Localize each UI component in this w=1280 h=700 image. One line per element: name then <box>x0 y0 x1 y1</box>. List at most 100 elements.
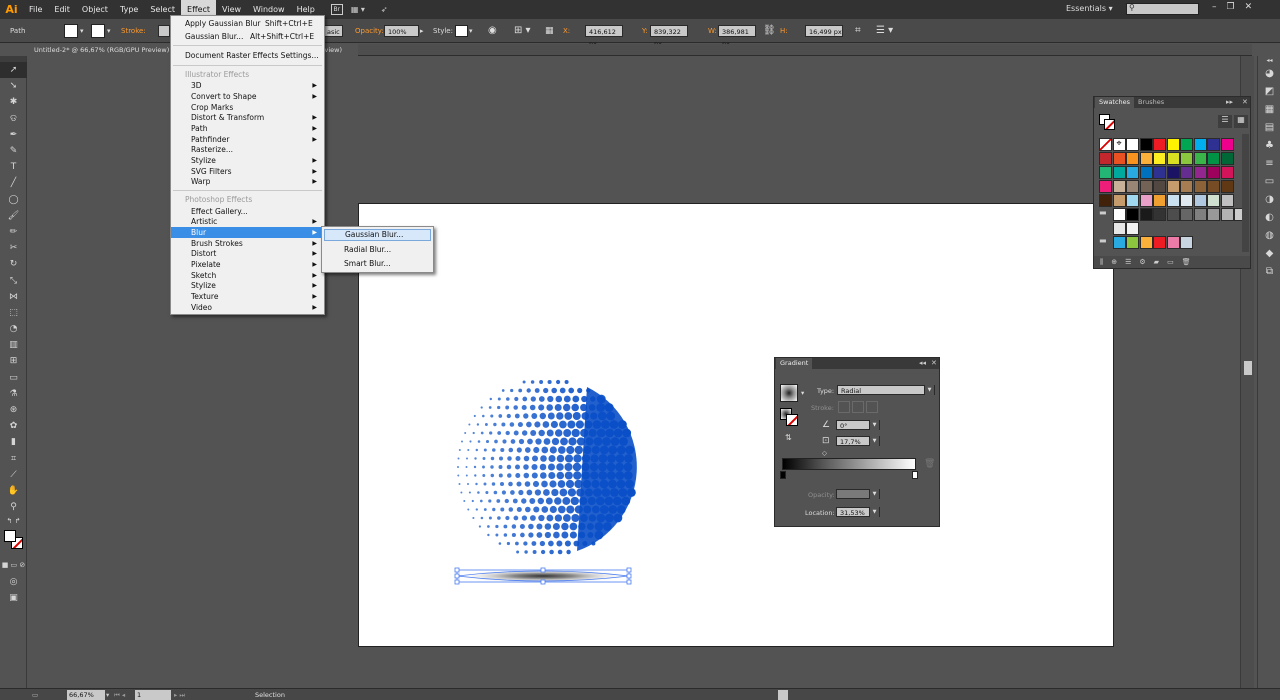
color-swatch[interactable] <box>1166 194 1180 207</box>
workspace-switcher[interactable]: Essentials ▾ <box>1066 4 1113 13</box>
vertical-scroll-thumb[interactable] <box>1244 361 1252 375</box>
gradient-stop-black[interactable] <box>780 471 786 479</box>
stroke-color-swatch[interactable] <box>91 24 105 38</box>
tab-gradient[interactable]: Gradient <box>776 358 813 369</box>
direct-selection-tool-icon[interactable]: ➘ <box>0 78 27 94</box>
menu-object[interactable]: Object <box>76 0 114 19</box>
ellipse-tool-icon[interactable]: ◯ <box>0 192 27 208</box>
height-label[interactable]: H: <box>780 24 788 38</box>
menu-type[interactable]: Type <box>114 0 144 19</box>
reference-point-icon[interactable]: ▦ <box>545 24 554 38</box>
color-swatch[interactable] <box>1126 208 1139 221</box>
gradient-type-select[interactable]: Radial ▼ <box>837 385 935 395</box>
color-swatch[interactable] <box>1153 180 1166 193</box>
radial-blur-item[interactable]: Radial Blur... <box>324 244 431 256</box>
current-tool-status[interactable]: Selection <box>255 689 285 700</box>
arrange-documents-icon[interactable]: ▦ ▾ <box>351 4 373 16</box>
color-swatch[interactable] <box>1166 138 1180 151</box>
artboard-number-field[interactable]: 1 <box>135 690 171 700</box>
menu-item-warp[interactable]: Warp ▶ <box>171 176 324 187</box>
gradient-collapse-icon[interactable]: ◂◂ <box>919 358 926 369</box>
color-guide-icon[interactable]: ◩ <box>1258 82 1280 100</box>
color-swatch[interactable] <box>1112 236 1126 249</box>
menu-edit[interactable]: Edit <box>48 0 76 19</box>
gradient-stop-white[interactable] <box>912 471 918 479</box>
color-swatch[interactable] <box>1126 194 1139 207</box>
appearance-panel-icon[interactable]: ◐ <box>1258 208 1280 226</box>
color-swatch[interactable] <box>1126 138 1139 151</box>
color-swatch[interactable] <box>1207 138 1220 151</box>
midpoint-diamond-icon[interactable]: ◇ <box>822 449 827 457</box>
color-swatch[interactable] <box>1112 208 1126 221</box>
menu-item-pixelate[interactable]: Pixelate ▶ <box>171 259 324 270</box>
curvature-tool-icon[interactable]: ✎ <box>0 143 27 159</box>
color-swatch[interactable] <box>1112 194 1126 207</box>
color-swatch[interactable] <box>1220 208 1234 221</box>
aspect-ratio-field[interactable]: 17,7% ▼ <box>836 436 880 446</box>
symbols-panel-icon[interactable]: ♣ <box>1258 136 1280 154</box>
pencil-tool-icon[interactable]: ✏ <box>0 224 27 240</box>
handle-middle-right[interactable] <box>626 573 632 579</box>
hand-tool-icon[interactable]: ✋ <box>0 483 27 499</box>
menu-item-blur[interactable]: Blur ▶ <box>171 227 324 238</box>
color-group-folder-icon[interactable]: ▬ <box>1099 236 1112 249</box>
status-bar-grip-icon[interactable]: ▭ <box>32 689 38 700</box>
location-dropdown-icon[interactable]: ▼ <box>869 507 879 517</box>
fill-color-swatch[interactable] <box>64 24 78 38</box>
gaussian-blur-item[interactable]: Gaussian Blur... <box>324 229 431 241</box>
color-swatch[interactable] <box>1139 180 1153 193</box>
selection-tool-icon[interactable]: ➚ <box>0 62 27 79</box>
gradient-tool-icon[interactable]: ▭ <box>0 370 27 386</box>
color-swatch[interactable] <box>1153 138 1166 151</box>
color-swatch[interactable] <box>1180 194 1193 207</box>
color-swatch[interactable] <box>1166 208 1180 221</box>
reverse-gradient-icon[interactable]: ⇅ <box>785 433 792 442</box>
fill-swatch[interactable] <box>4 530 16 543</box>
artboard[interactable] <box>358 203 1114 647</box>
color-swatch[interactable] <box>1207 208 1220 221</box>
fill-stroke-selector[interactable] <box>0 527 27 557</box>
color-swatch[interactable] <box>1166 166 1180 179</box>
location-field[interactable]: 31,53% ▼ <box>836 507 880 517</box>
aspect-dropdown-icon[interactable]: ▼ <box>869 436 879 446</box>
handle-middle-left[interactable] <box>454 573 460 579</box>
y-label[interactable]: Y: <box>642 24 648 38</box>
handle-top-right[interactable] <box>626 567 632 573</box>
smart-blur-item[interactable]: Smart Blur... <box>324 258 431 270</box>
show-kinds-icon[interactable]: ☰ <box>1125 258 1131 266</box>
height-field[interactable]: 16,499 px <box>805 25 843 37</box>
handle-bottom-right[interactable] <box>626 579 632 585</box>
menu-item-distort-transform[interactable]: Distort & Transform ▶ <box>171 112 324 123</box>
color-swatch[interactable] <box>1153 194 1166 207</box>
constrain-proportions-icon[interactable]: ⛓ <box>763 24 776 38</box>
width-label[interactable]: W: <box>708 24 717 38</box>
gradient-preview-swatch[interactable] <box>780 384 798 402</box>
help-search-input[interactable]: ⚲ <box>1126 3 1199 15</box>
layers-panel-icon[interactable]: ◆ <box>1258 244 1280 262</box>
recolor-artwork-icon[interactable]: ◉ <box>488 24 497 38</box>
color-swatch[interactable] <box>1112 152 1126 165</box>
maximize-icon[interactable]: ❐ <box>1227 2 1235 12</box>
gradient-fill-stroke-icon[interactable] <box>780 408 798 426</box>
color-swatch[interactable] <box>1207 166 1220 179</box>
color-swatch[interactable] <box>1153 208 1166 221</box>
swatch-registration[interactable]: ⌖ <box>1112 138 1126 151</box>
color-swatch[interactable] <box>1139 236 1153 249</box>
stroke-weight-field[interactable] <box>158 25 170 37</box>
color-swatch[interactable] <box>1193 208 1207 221</box>
column-graph-tool-icon[interactable]: ▮ <box>0 434 27 450</box>
brushes-panel-icon[interactable]: ▤ <box>1258 118 1280 136</box>
draw-mode-icon[interactable]: ◎ <box>0 573 27 589</box>
style-swatch[interactable] <box>455 25 468 37</box>
color-swatch[interactable] <box>1139 194 1153 207</box>
opacity-dropdown-icon[interactable]: ▼ <box>869 489 879 499</box>
handle-bottom-left[interactable] <box>454 579 460 585</box>
color-swatch[interactable] <box>1193 152 1207 165</box>
type-tool-icon[interactable]: T <box>0 159 27 175</box>
color-swatch[interactable] <box>1139 152 1153 165</box>
paintbrush-tool-icon[interactable]: 🖌 <box>0 208 27 224</box>
swatch-options-icon[interactable]: ⚙ <box>1139 258 1145 266</box>
free-transform-tool-icon[interactable]: ⬚ <box>0 305 27 321</box>
color-swatch[interactable] <box>1126 236 1139 249</box>
fill-dropdown-icon[interactable]: ▾ <box>80 24 84 38</box>
